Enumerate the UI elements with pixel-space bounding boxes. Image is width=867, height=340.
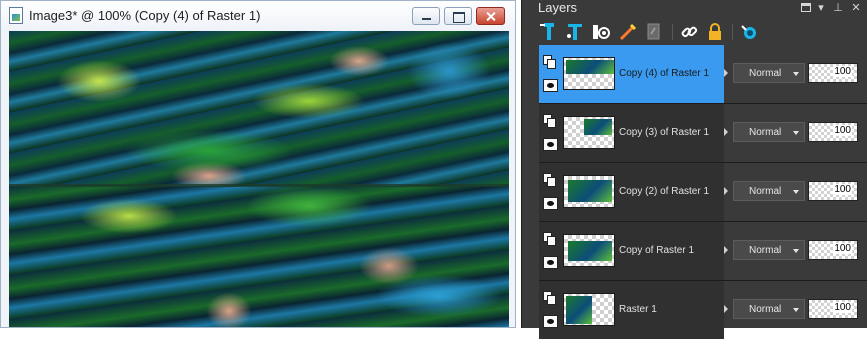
- eye-icon[interactable]: [543, 138, 558, 153]
- layers-palette-titlebar[interactable]: Layers ▾ ⊥ ✕: [522, 0, 867, 17]
- lock-icon[interactable]: [705, 22, 725, 42]
- image-window-titlebar[interactable]: Image3* @ 100% (Copy (4) of Raster 1): [1, 1, 515, 31]
- close-button[interactable]: [476, 7, 505, 25]
- chevron-down-icon: [793, 249, 799, 253]
- layer-tile[interactable]: Copy (3) of Raster 1: [539, 104, 724, 162]
- toolbar-separator: [732, 24, 733, 40]
- layer-thumbnail: [563, 116, 615, 149]
- link-icon[interactable]: [679, 22, 699, 42]
- toolbar-separator: [672, 24, 673, 40]
- visibility-toggle-icon[interactable]: [739, 22, 759, 42]
- layer-tile[interactable]: Copy (2) of Raster 1: [539, 163, 724, 221]
- delete-layer-icon[interactable]: [618, 22, 638, 42]
- layer-row[interactable]: Copy (3) of Raster 1 Normal 100: [522, 104, 867, 163]
- new-vector-layer-icon[interactable]: [565, 22, 585, 42]
- eye-icon[interactable]: [543, 197, 558, 212]
- layer-tile[interactable]: Copy of Raster 1: [539, 222, 724, 280]
- blend-mode-select[interactable]: Normal: [733, 63, 805, 83]
- row-expander-icon[interactable]: [724, 69, 728, 77]
- opacity-value: 100: [833, 125, 852, 136]
- chevron-down-icon: [793, 190, 799, 194]
- opacity-value: 100: [833, 184, 852, 195]
- document-icon: [9, 7, 23, 24]
- layer-group-icon[interactable]: [543, 291, 558, 306]
- blend-mode-select[interactable]: Normal: [733, 240, 805, 260]
- image-bottom-band: [9, 186, 509, 327]
- opacity-value: 100: [833, 302, 852, 313]
- new-mask-layer-icon[interactable]: [591, 22, 611, 42]
- chevron-down-icon: [793, 72, 799, 76]
- layers-palette: Layers ▾ ⊥ ✕ Copy (4) of Raster 1 Normal…: [521, 0, 867, 339]
- image-window-title: Image3* @ 100% (Copy (4) of Raster 1): [29, 8, 261, 23]
- layer-name: Raster 1: [619, 304, 657, 315]
- image-canvas[interactable]: [9, 31, 509, 327]
- image-window: Image3* @ 100% (Copy (4) of Raster 1): [0, 0, 516, 328]
- layer-group-icon[interactable]: [543, 232, 558, 247]
- layer-row[interactable]: Copy (4) of Raster 1 Normal 100: [522, 45, 867, 104]
- layer-thumbnail: [563, 175, 615, 208]
- blend-mode-select[interactable]: Normal: [733, 181, 805, 201]
- palette-pin-icon[interactable]: ⊥: [832, 2, 844, 14]
- layer-row[interactable]: Copy of Raster 1 Normal 100: [522, 222, 867, 281]
- opacity-value: 100: [833, 243, 852, 254]
- layer-thumbnail: [563, 57, 615, 90]
- opacity-field[interactable]: 100: [808, 122, 858, 142]
- layer-row[interactable]: Copy (2) of Raster 1 Normal 100: [522, 163, 867, 222]
- layer-row[interactable]: Raster 1 Normal 100: [522, 281, 867, 340]
- palette-close-icon[interactable]: ✕: [850, 2, 862, 14]
- row-expander-icon[interactable]: [724, 305, 728, 313]
- layer-thumbnail: [563, 234, 615, 267]
- blend-mode-value: Normal: [749, 245, 782, 256]
- layer-group-icon[interactable]: [543, 55, 558, 70]
- row-expander-icon[interactable]: [724, 246, 728, 254]
- band-seam: [9, 184, 509, 187]
- blend-mode-value: Normal: [749, 68, 782, 79]
- minimize-icon: [413, 8, 439, 24]
- layer-name: Copy (4) of Raster 1: [619, 68, 710, 79]
- minimize-button[interactable]: [412, 7, 440, 25]
- layer-thumbnail: [563, 293, 615, 326]
- blend-mode-value: Normal: [749, 186, 782, 197]
- blend-mode-value: Normal: [749, 127, 782, 138]
- layer-name: Copy of Raster 1: [619, 245, 695, 256]
- palette-menu-icon[interactable]: ▾: [815, 2, 827, 14]
- chevron-down-icon: [793, 131, 799, 135]
- maximize-button[interactable]: [444, 7, 472, 25]
- opacity-field[interactable]: 100: [808, 63, 858, 83]
- layers-toolbar: [522, 17, 867, 45]
- chevron-down-icon: [793, 308, 799, 312]
- row-expander-icon[interactable]: [724, 187, 728, 195]
- close-icon: [477, 8, 504, 24]
- blend-mode-select[interactable]: Normal: [733, 122, 805, 142]
- new-raster-layer-icon[interactable]: [539, 22, 559, 42]
- layer-group-icon[interactable]: [543, 114, 558, 129]
- layer-group-icon[interactable]: [543, 173, 558, 188]
- opacity-field[interactable]: 100: [808, 240, 858, 260]
- layers-palette-title: Layers: [538, 0, 578, 15]
- layer-list: Copy (4) of Raster 1 Normal 100 Copy (3)…: [522, 45, 867, 339]
- layer-tile[interactable]: Raster 1: [539, 281, 724, 339]
- image-top-band: [9, 31, 509, 186]
- blend-mode-select[interactable]: Normal: [733, 299, 805, 319]
- maximize-icon: [445, 8, 471, 24]
- opacity-field[interactable]: 100: [808, 181, 858, 201]
- blend-mode-value: Normal: [749, 304, 782, 315]
- eye-icon[interactable]: [543, 79, 558, 94]
- palette-restore-icon[interactable]: [800, 2, 812, 14]
- duplicate-layer-icon[interactable]: [643, 22, 663, 42]
- row-expander-icon[interactable]: [724, 128, 728, 136]
- opacity-field[interactable]: 100: [808, 299, 858, 319]
- eye-icon[interactable]: [543, 256, 558, 271]
- layer-tile[interactable]: Copy (4) of Raster 1: [539, 45, 724, 103]
- opacity-value: 100: [833, 66, 852, 77]
- layer-name: Copy (3) of Raster 1: [619, 127, 710, 138]
- layer-name: Copy (2) of Raster 1: [619, 186, 710, 197]
